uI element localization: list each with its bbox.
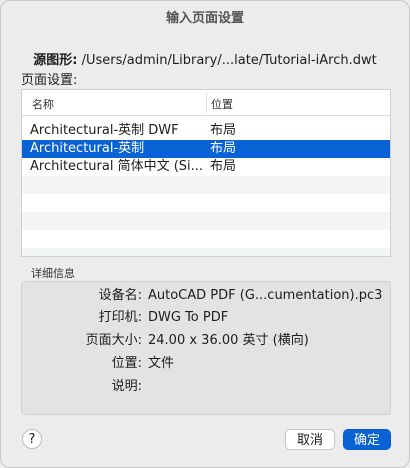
detail-device-name: 设备名: AutoCAD PDF (G...cumentation).pc3: [22, 286, 392, 306]
help-button[interactable]: ?: [22, 429, 42, 449]
detail-location: 位置: 文件: [22, 354, 392, 374]
cancel-button[interactable]: 取消: [285, 429, 335, 450]
detail-key: 打印机:: [98, 310, 142, 325]
empty-row: [22, 230, 390, 248]
table-row[interactable]: Architectural 简体中文 (Si... 布局: [22, 158, 390, 176]
detail-value: 24.00 x 36.00 英寸 (横向): [148, 333, 309, 348]
row-location: 布局: [210, 123, 237, 138]
detail-description: 说明:: [22, 377, 392, 397]
row-name: Architectural-英制: [30, 141, 145, 156]
detail-value: 文件: [148, 356, 175, 371]
detail-key: 页面大小:: [85, 333, 142, 348]
source-drawing-label: 源图形:: [33, 53, 78, 68]
empty-row: [22, 194, 390, 212]
page-setups-list[interactable]: 名称 位置 Architectural-英制 DWF 布局 Architectu…: [21, 89, 391, 257]
row-location: 布局: [210, 141, 237, 156]
row-location: 布局: [210, 159, 237, 174]
detail-page-size: 页面大小: 24.00 x 36.00 英寸 (横向): [22, 331, 392, 351]
list-header: 名称 位置: [22, 90, 390, 116]
page-setups-label: 页面设置:: [21, 73, 78, 88]
empty-row: [22, 248, 390, 256]
row-name: Architectural-英制 DWF: [30, 123, 179, 138]
table-row-selected[interactable]: Architectural-英制 布局: [22, 140, 390, 158]
detail-value: AutoCAD PDF (G...cumentation).pc3: [148, 288, 383, 303]
empty-row: [22, 176, 390, 194]
detail-key: 说明:: [111, 379, 142, 394]
details-label: 详细信息: [31, 267, 75, 280]
dialog-title: 输入页面设置: [165, 11, 244, 26]
table-row[interactable]: Architectural-英制 DWF 布局: [22, 122, 390, 140]
details-panel: 设备名: AutoCAD PDF (G...cumentation).pc3 打…: [21, 281, 391, 415]
source-drawing: 源图形: /Users/admin/Library/...late/Tutori…: [1, 49, 409, 68]
source-drawing-path: /Users/admin/Library/...late/Tutorial-iA…: [81, 53, 377, 68]
detail-value: DWG To PDF: [148, 310, 229, 325]
column-header-location[interactable]: 位置: [207, 90, 233, 115]
column-header-name[interactable]: 名称: [22, 93, 207, 113]
detail-key: 位置:: [111, 356, 142, 371]
import-page-setup-dialog: 输入页面设置 源图形: /Users/admin/Library/...late…: [0, 0, 410, 468]
detail-printer: 打印机: DWG To PDF: [22, 308, 392, 328]
empty-row: [22, 212, 390, 230]
ok-button[interactable]: 确定: [343, 429, 391, 450]
row-name: Architectural 简体中文 (Si...: [30, 159, 204, 174]
detail-key: 设备名:: [98, 288, 142, 303]
